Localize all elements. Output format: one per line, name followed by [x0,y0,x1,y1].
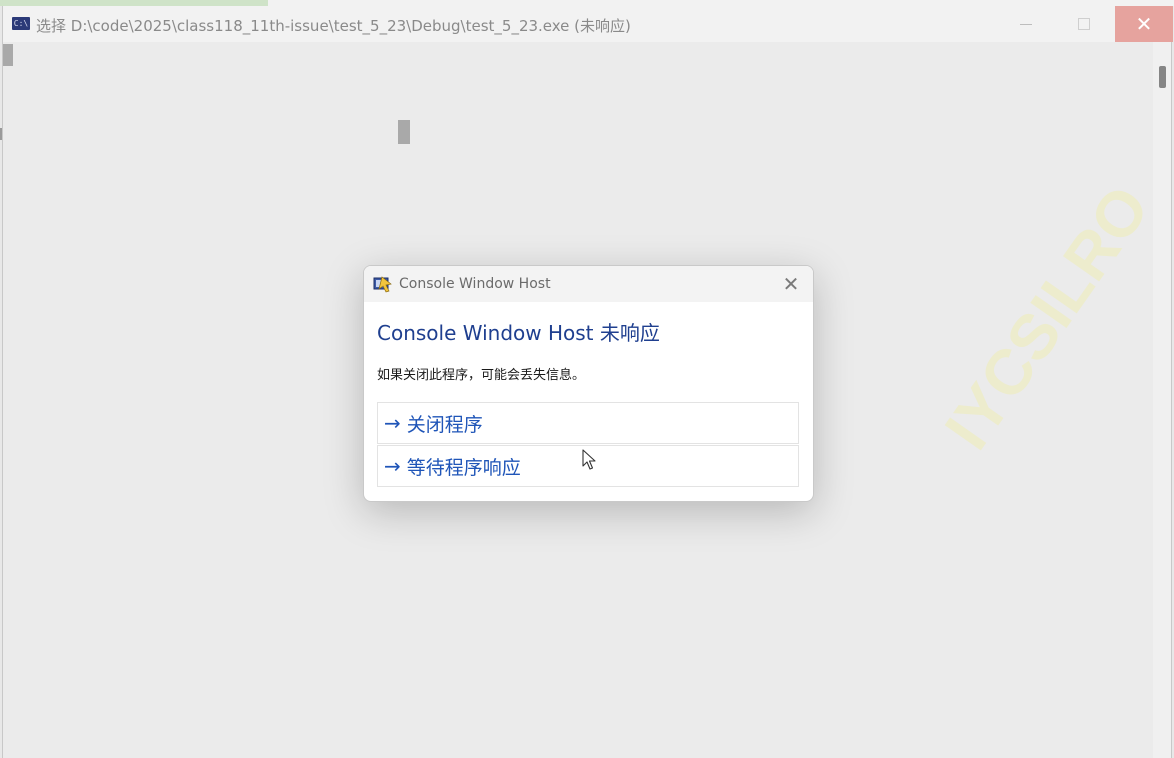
maximize-icon [1078,18,1090,30]
console-cursor-top-left [3,44,13,66]
minimize-button[interactable] [997,6,1055,42]
dialog-close-button[interactable]: ✕ [779,272,803,296]
window-edge-mark [0,128,2,140]
window-title: 选择 D:\code\2025\class118_11th-issue\test… [36,17,631,35]
dialog-titlebar[interactable]: Console Window Host ✕ [364,266,813,302]
dialog-message: 如果关闭此程序，可能会丢失信息。 [377,368,586,383]
window-titlebar[interactable]: C:\ 选择 D:\code\2025\class118_11th-issue\… [3,6,1173,42]
option-label: 等待程序响应 [406,456,521,479]
close-icon: ✕ [1135,12,1153,36]
dialog-heading: Console Window Host 未响应 [377,321,660,345]
console-cursor-block [398,120,410,144]
close-icon: ✕ [782,272,800,296]
window-close-button[interactable]: ✕ [1115,6,1173,42]
close-program-button[interactable]: → 关闭程序 [377,402,799,444]
arrow-right-icon: → [384,411,401,435]
console-host-app-icon [373,276,392,293]
console-app-icon: C:\ [12,17,30,30]
minimize-icon [1020,23,1032,25]
scrollbar-thumb[interactable] [1159,66,1166,88]
mouse-pointer-icon [582,449,596,470]
option-label: 关闭程序 [406,413,483,436]
arrow-right-icon: → [384,454,401,478]
vertical-scrollbar[interactable] [1153,42,1171,758]
maximize-button[interactable] [1055,6,1113,42]
dialog-title: Console Window Host [399,276,551,292]
